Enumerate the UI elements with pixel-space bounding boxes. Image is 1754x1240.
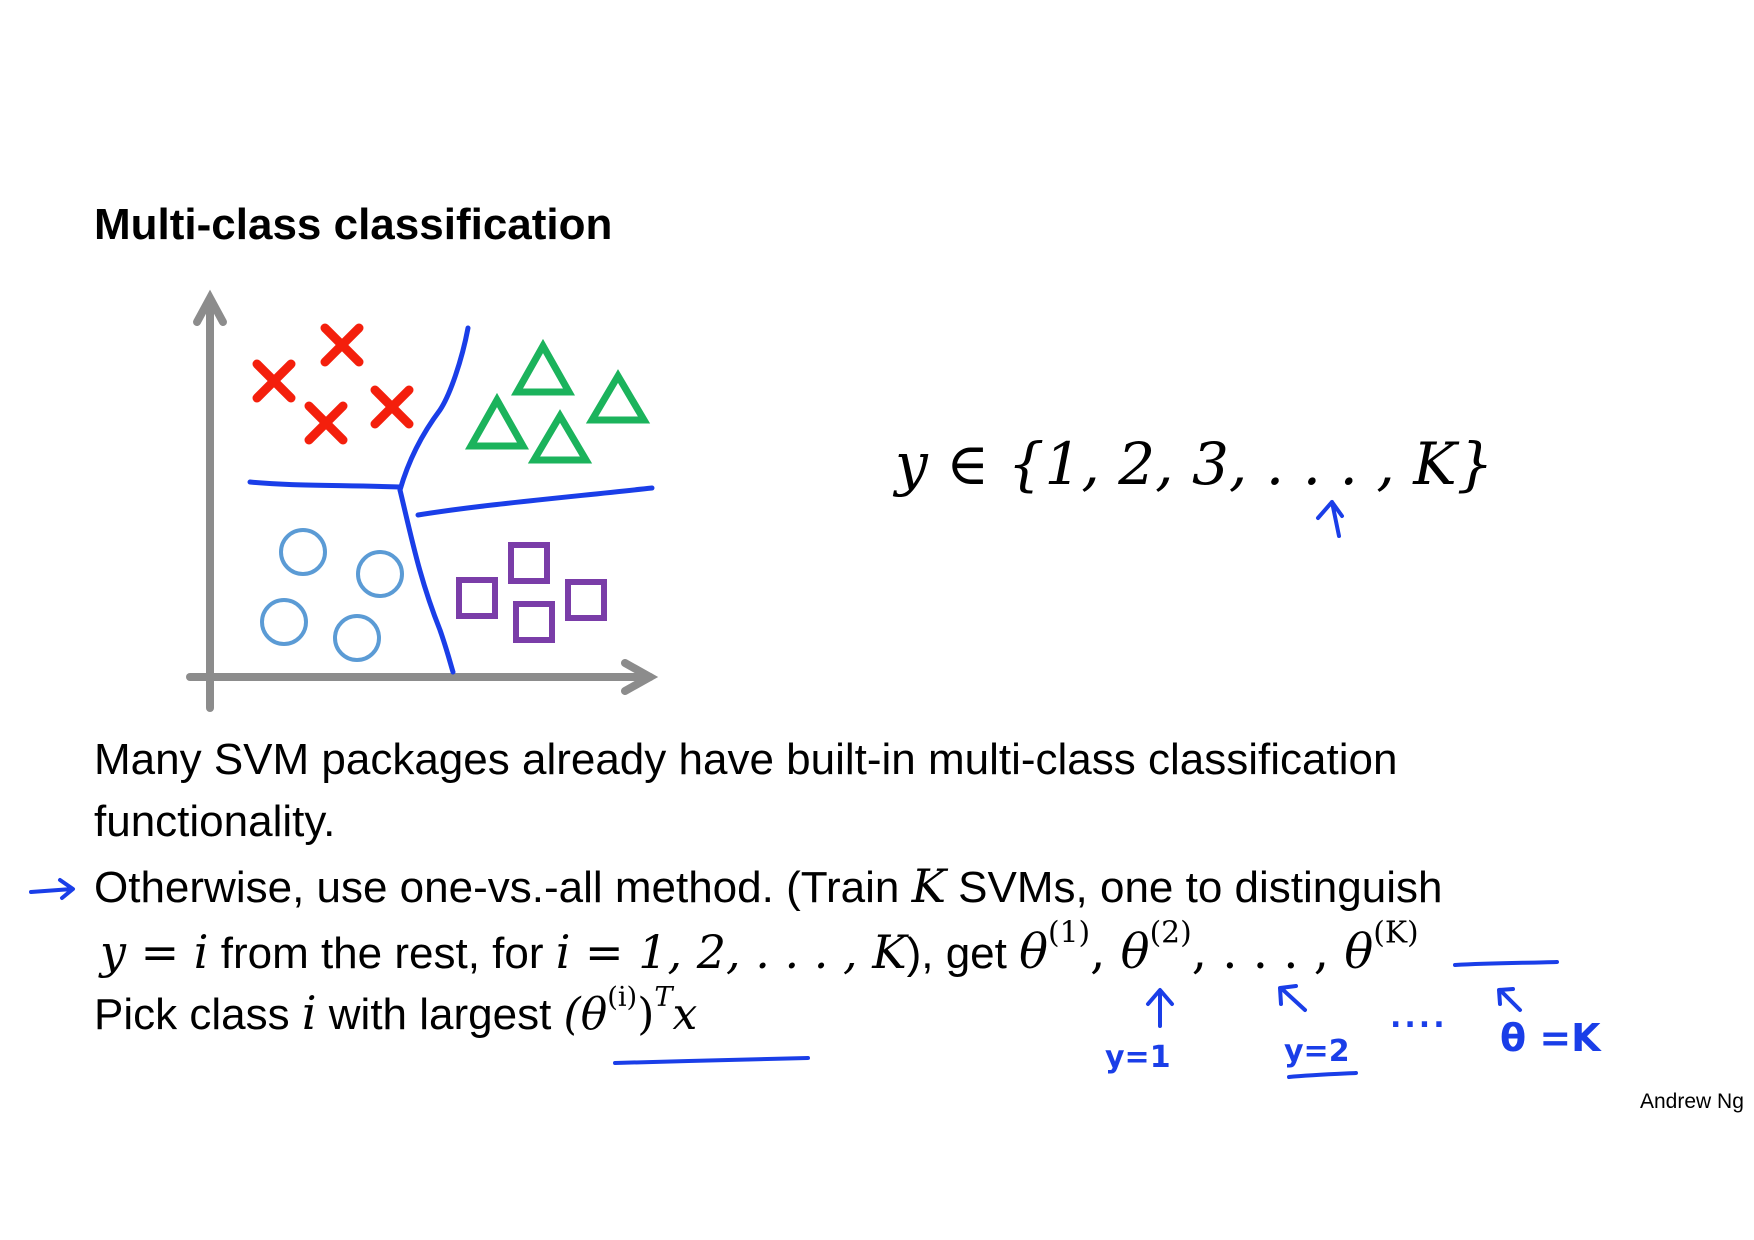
line4-text-b: ), get [906,929,1020,978]
boundary-lower [397,487,456,675]
left-margin-arrow-icon [29,878,75,900]
class-crosses [252,323,414,445]
theta-1-sup: (1) [1048,915,1091,951]
body-line-1: Many SVM packages already have built-in … [94,735,1398,784]
set-expression: y ∈ {1, 2, 3, . . . , K} [895,430,1494,498]
square-marker [513,601,555,643]
handwritten-y-eq-1: y=1 [1105,1040,1171,1075]
axes [186,289,659,712]
set-expression-text: y ∈ {1, 2, 3, . . . , K} [895,430,1494,498]
underline-theta-K [1453,960,1559,967]
arrow-upleft-thetaK [1497,987,1522,1012]
line3-K: K [911,859,946,913]
cross-marker [320,323,364,367]
circle-marker [356,550,404,598]
square-marker [565,579,607,621]
line4-i-range: i = 1, 2, . . . , K [555,925,907,979]
triangle-marker [511,338,575,396]
expr-close: ) [637,989,655,1040]
handwritten-theta-eq-K: θ =K [1500,1016,1601,1060]
class-squares [456,542,607,643]
line4-text-a: from the rest, for [208,929,556,978]
theta-2: θ [1120,924,1150,980]
boundary-right [415,485,655,518]
handwritten-y-eq-2: y=2 [1284,1034,1350,1069]
arrow-up-theta1 [1146,988,1174,1028]
boundary-upper [397,325,471,493]
class-triangles [465,338,651,464]
body-line-3: Otherwise, use one-vs.-all method. (Trai… [94,863,1442,910]
cross-marker [304,401,348,445]
underline-y-eq-2 [1287,1071,1358,1079]
slide: Multi-class classification y ∈ {1, 2, 3,… [0,0,1754,1240]
circle-marker [333,614,381,662]
classification-figure [29,289,1559,1079]
cross-marker [252,359,296,403]
body-line-5: Pick class i with largest (θ(i))Tx [94,984,698,1040]
triangle-marker [585,369,651,424]
expr-sup-T: T [654,981,673,1013]
boundary-left [247,479,403,490]
theta-K: θ [1344,924,1374,980]
circle-marker [260,598,308,646]
arrow-up-under-K [1316,500,1344,538]
class-circles [260,528,404,662]
expr-sup-i: (i) [607,981,638,1013]
footer-author: Andrew Ng [1640,1090,1744,1113]
square-marker [508,542,550,584]
circle-marker [279,528,327,576]
theta-list: θ(1), θ(2), . . . , θ(K) [1019,915,1419,980]
theta-1: θ [1019,924,1048,980]
line3-text-a: Otherwise, use one-vs.-all method. (Trai… [94,863,912,912]
expr-x: x [672,989,698,1040]
line5-text-b: with largest [316,990,564,1039]
line3-text-b: SVMs, one to distinguish [945,863,1443,912]
theta-K-sup: (K) [1373,915,1419,951]
cross-marker [370,385,414,429]
largest-expression: (θ(i))Tx [563,984,698,1040]
line5-text-a: Pick class [94,990,302,1039]
line4-y-eq-i: y = i [100,925,209,979]
theta-dots: , . . . , [1191,924,1345,980]
line5-i: i [301,986,317,1040]
handwritten-dots: .... [1390,1000,1448,1035]
triangle-marker [465,392,529,450]
theta-2-sup: (2) [1149,915,1192,951]
triangle-marker [527,409,593,464]
expr-open: (θ [563,989,608,1040]
body-line-2: functionality. [94,797,336,846]
square-marker [456,577,498,619]
arrow-upleft-theta2 [1278,984,1307,1012]
underline-largest-expr [613,1056,810,1065]
body-line-4: y = i from the rest, for i = 1, 2, . . .… [100,918,1419,979]
